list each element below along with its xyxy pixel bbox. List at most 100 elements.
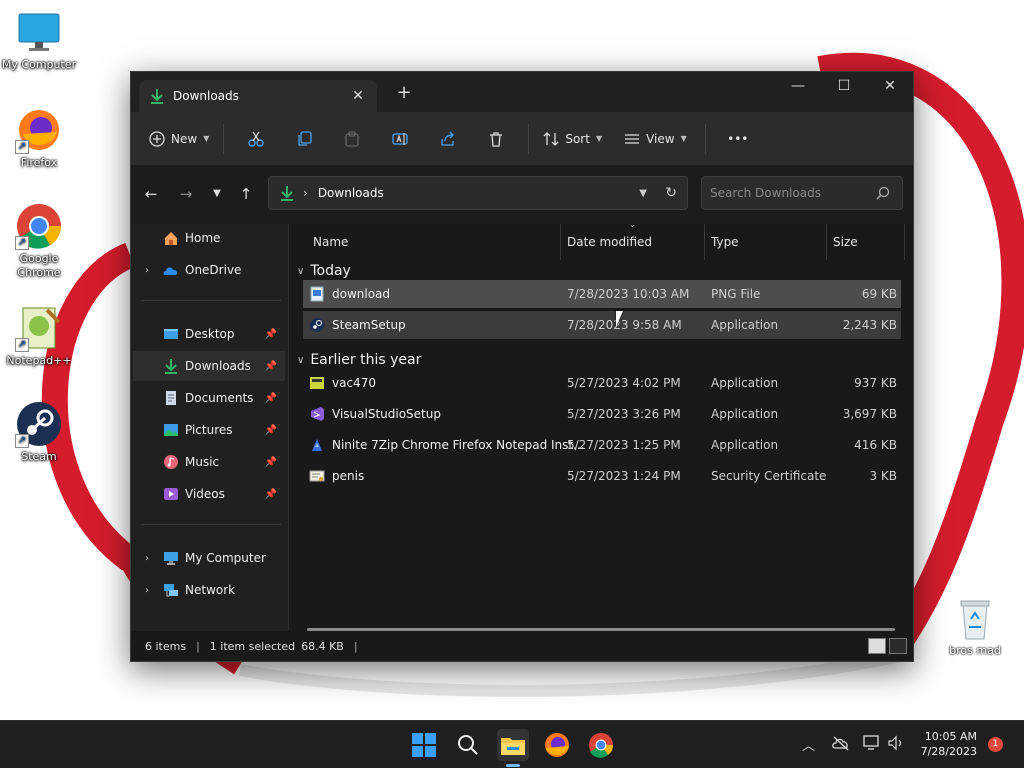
command-bar: New ▼ Sort ▼ View ▼ ••• [131, 112, 913, 166]
taskbar-chrome[interactable] [585, 729, 617, 761]
tiles-view-icon[interactable] [889, 638, 907, 654]
up-arrow-icon[interactable]: ↑ [234, 182, 258, 206]
pin-icon[interactable]: 📌 [265, 393, 277, 404]
file-size: 3 KB [869, 469, 897, 483]
pin-icon[interactable]: 📌 [265, 329, 277, 340]
sidebar-item-pictures[interactable]: Pictures 📌 [133, 415, 285, 445]
file-date: 5/27/2023 1:24 PM [567, 469, 681, 483]
sidebar-item-label: Documents [185, 391, 254, 405]
desktop-icon-steam[interactable]: ↗ Steam [1, 400, 77, 464]
file-row[interactable]: penis 5/27/2023 1:24 PM Security Certifi… [303, 462, 901, 490]
new-tab-button[interactable]: + [393, 82, 415, 104]
address-history-chevron-icon[interactable]: ▼ [639, 188, 647, 199]
file-row[interactable]: download 7/28/2023 10:03 AM PNG File 69 … [303, 280, 901, 308]
refresh-icon[interactable]: ↻ [665, 185, 677, 201]
rename-button[interactable] [376, 122, 424, 156]
minimize-button[interactable]: — [775, 72, 821, 102]
expand-chevron-icon[interactable]: › [145, 585, 149, 596]
download-arrow-icon [281, 186, 293, 201]
file-row[interactable]: SteamSetup 7/28/2023 9:58 AM Application… [303, 311, 901, 339]
sidebar-item-network[interactable]: › Network [133, 575, 285, 605]
sidebar-item-documents[interactable]: Documents 📌 [133, 383, 285, 413]
cut-button[interactable] [232, 122, 280, 156]
share-button[interactable] [424, 122, 472, 156]
close-window-button[interactable]: ✕ [867, 72, 913, 102]
clock-date: 7/28/2023 [920, 745, 977, 758]
sort-button[interactable]: Sort ▼ [537, 122, 608, 156]
shortcut-arrow-icon: ↗ [15, 434, 29, 448]
maximize-button[interactable]: ☐ [821, 72, 867, 102]
cloud-offline-icon[interactable] [832, 735, 850, 751]
desktop-icon-firefox[interactable]: ↗ Firefox [1, 106, 77, 170]
file-row[interactable]: vac470 5/27/2023 4:02 PM Application 937… [303, 369, 901, 397]
paste-button[interactable] [328, 122, 376, 156]
column-header-type[interactable]: Type [705, 224, 827, 260]
desktop-icon-chrome[interactable]: ↗ Google Chrome [1, 202, 77, 280]
app-icon [310, 377, 324, 389]
search-input[interactable]: Search Downloads [701, 176, 903, 210]
sidebar-item-label: OneDrive [185, 263, 242, 277]
network-monitor-icon[interactable] [863, 735, 881, 751]
delete-button[interactable] [472, 122, 520, 156]
file-row[interactable]: VisualStudioSetup 5/27/2023 3:26 PM Appl… [303, 400, 901, 428]
address-bar[interactable]: › Downloads ▼ ↻ [268, 176, 688, 210]
start-button[interactable] [408, 729, 440, 761]
sidebar-item-onedrive[interactable]: › OneDrive [133, 255, 285, 285]
sidebar-item-label: Videos [185, 487, 225, 501]
column-header-date[interactable]: Date modified [561, 224, 705, 260]
details-view-icon[interactable] [868, 638, 886, 654]
notification-badge[interactable]: 1 [988, 737, 1003, 752]
taskbar-file-explorer[interactable] [497, 729, 529, 767]
expand-chevron-icon[interactable]: › [145, 265, 149, 276]
breadcrumb-downloads[interactable]: Downloads [318, 186, 384, 200]
collapse-chevron-icon: ∨ [297, 354, 305, 366]
volume-icon[interactable] [887, 735, 905, 751]
desktop-icon-label: bros mad [949, 644, 1001, 657]
group-header-today[interactable]: ∨ Today [297, 263, 351, 279]
sidebar-item-home[interactable]: Home [133, 223, 285, 253]
file-type: PNG File [711, 287, 761, 301]
pin-icon[interactable]: 📌 [265, 489, 277, 500]
windows-logo-icon [412, 733, 436, 757]
pin-icon[interactable]: 📌 [265, 457, 277, 468]
sidebar-item-music[interactable]: Music 📌 [133, 447, 285, 477]
pin-icon[interactable]: 📌 [265, 425, 277, 436]
file-type: Application [711, 376, 779, 390]
tab-downloads[interactable]: Downloads ✕ [139, 80, 377, 112]
file-row[interactable]: Ninite 7Zip Chrome Firefox Notepad Inst.… [303, 431, 901, 459]
pin-icon[interactable]: 📌 [265, 361, 277, 372]
shortcut-arrow-icon: ↗ [15, 236, 29, 250]
desktop-icon-notepadpp[interactable]: ↗ Notepad++ [1, 304, 77, 368]
show-hidden-icons-chevron-icon[interactable]: ︿ [802, 735, 815, 754]
back-arrow-icon[interactable]: ← [139, 182, 163, 206]
group-header-earlier[interactable]: ∨ Earlier this year [297, 352, 421, 368]
sidebar-item-downloads[interactable]: Downloads 📌 [133, 351, 285, 381]
expand-chevron-icon[interactable]: › [145, 553, 149, 564]
file-type: Security Certificate [711, 469, 827, 483]
sidebar-item-desktop[interactable]: Desktop 📌 [133, 319, 285, 349]
copy-button[interactable] [280, 122, 328, 156]
column-header-size[interactable]: Size [827, 224, 905, 260]
sort-indicator-icon: ⌄ [629, 220, 636, 229]
taskbar-firefox[interactable] [541, 729, 573, 761]
column-header-name[interactable]: Name [313, 224, 561, 260]
system-clock[interactable]: 10:05 AM 7/28/2023 [921, 729, 977, 759]
toolbar-divider [528, 123, 530, 154]
mouse-cursor-icon [616, 311, 623, 327]
view-button[interactable]: View ▼ [608, 122, 697, 156]
search-button[interactable] [452, 729, 484, 761]
more-options-button[interactable]: ••• [714, 122, 762, 156]
new-button[interactable]: New ▼ [143, 122, 215, 156]
recent-locations-chevron-icon[interactable]: ▼ [205, 182, 229, 206]
firefox-icon: ↗ [15, 106, 63, 154]
file-type: Application [711, 318, 779, 332]
close-tab-icon[interactable]: ✕ [349, 88, 367, 104]
desktop-icon-my-computer[interactable]: My Computer [1, 8, 77, 72]
forward-arrow-icon[interactable]: → [174, 182, 198, 206]
desktop-icon-recycle-bin[interactable]: bros mad [940, 597, 1010, 657]
visual-studio-icon [311, 407, 324, 421]
sidebar-item-videos[interactable]: Videos 📌 [133, 479, 285, 509]
sidebar-item-my-computer[interactable]: › My Computer [133, 543, 285, 573]
music-icon [164, 455, 178, 469]
sort-arrows-icon [543, 131, 559, 146]
